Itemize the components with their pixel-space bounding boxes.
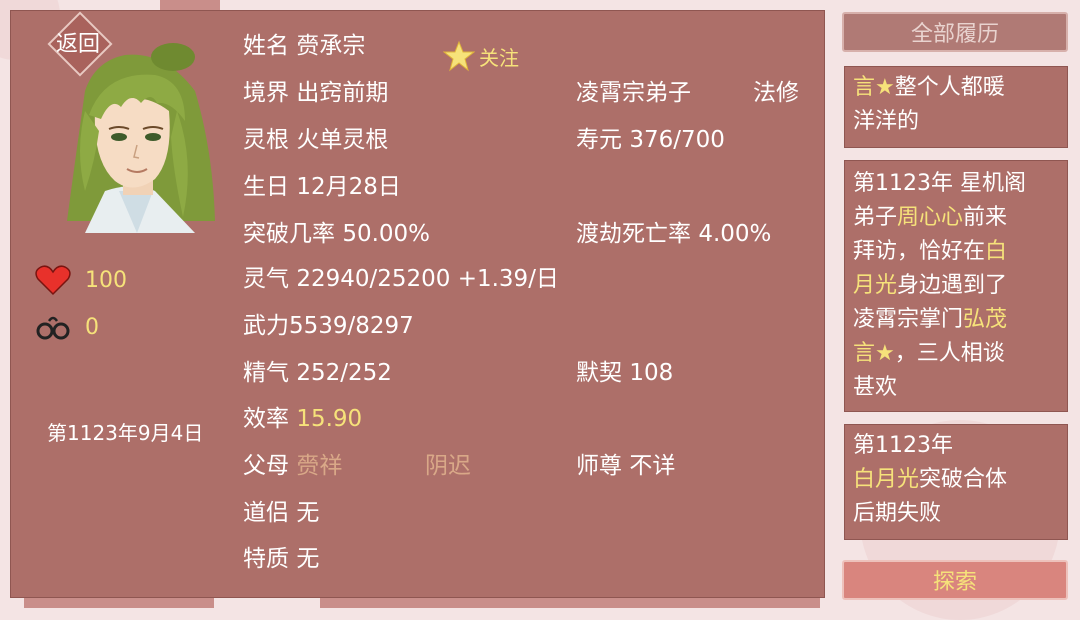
- parents-label: 父母: [243, 453, 289, 479]
- rapport-value: 108: [629, 360, 674, 386]
- follow-label: 关注: [479, 45, 519, 70]
- history-highlight: 言★: [853, 75, 895, 100]
- trait-label: 特质: [243, 546, 289, 572]
- master-field: 师尊 不详: [576, 451, 675, 481]
- history-highlight: 白: [985, 239, 1008, 264]
- history-highlight: 月光: [853, 273, 898, 298]
- name-label: 姓名: [243, 33, 289, 59]
- history-line: 弟子周心心前来: [853, 205, 1008, 230]
- health-stat: 100: [35, 264, 127, 296]
- back-button[interactable]: 返回: [40, 14, 116, 70]
- realm-label: 境界: [243, 80, 289, 106]
- history-line: 白月光突破合体: [853, 467, 1008, 492]
- history-line: 后期失败: [853, 501, 942, 526]
- trait-value: 无: [296, 546, 320, 572]
- essence-field: 精气 252/252: [243, 358, 392, 388]
- name-value: 赍承宗: [296, 33, 366, 59]
- partner-field: 道侣 无: [243, 498, 319, 528]
- master-value: 不详: [629, 453, 676, 479]
- history-line: 言★，三人相谈: [853, 341, 1005, 366]
- efficiency-field: 效率 15.90: [243, 404, 362, 434]
- lifespan-value: 376/700: [629, 127, 725, 153]
- history-card: 言★整个人都暖 洋洋的: [844, 66, 1068, 148]
- history-card: 第1123年 白月光突破合体 后期失败: [844, 424, 1068, 540]
- history-line: 第1123年: [853, 433, 953, 458]
- spirit-root-label: 灵根: [243, 127, 289, 153]
- qi-value: 22940/25200 +1.39/日: [296, 266, 559, 292]
- explore-button[interactable]: 探索: [842, 560, 1068, 600]
- star-icon: [443, 40, 475, 72]
- fetters-stat: 0: [35, 311, 99, 343]
- rapport-label: 默契: [576, 360, 622, 386]
- rapport-field: 默契 108: [576, 358, 673, 388]
- partner-value: 无: [296, 500, 320, 526]
- fetters-value: 0: [85, 314, 99, 340]
- qi-field: 灵气 22940/25200 +1.39/日: [243, 264, 559, 294]
- history-line: 凌霄宗掌门弘茂: [853, 307, 1008, 332]
- master-label: 师尊: [576, 453, 622, 479]
- lifespan-label: 寿元: [576, 127, 622, 153]
- heart-icon: [35, 265, 71, 296]
- spirit-root-value: 火单灵根: [296, 127, 389, 153]
- force-label: 武力: [243, 313, 289, 339]
- birthday-value: 12月28日: [296, 174, 401, 200]
- birthday-label: 生日: [243, 174, 289, 200]
- spirit-root-field: 灵根 火单灵根: [243, 125, 388, 155]
- background-strip: [24, 598, 214, 608]
- class-value: 法修: [753, 80, 799, 106]
- realm-field: 境界 出窍前期: [243, 78, 388, 108]
- history-line: 言★整个人都暖: [853, 75, 1005, 100]
- history-highlight: 白月光: [853, 467, 920, 492]
- history-line: 甚欢: [853, 375, 898, 400]
- history-card: 第1123年 星机阁 弟子周心心前来 拜访，恰好在白 月光身边遇到了 凌霄宗掌门…: [844, 160, 1068, 412]
- current-date: 第1123年9月4日: [47, 421, 204, 445]
- background-strip: [320, 598, 820, 608]
- partner-label: 道侣: [243, 500, 289, 526]
- force-value: 5539/8297: [289, 313, 414, 339]
- all-history-button[interactable]: 全部履历: [842, 12, 1068, 52]
- father-link[interactable]: 赍祥: [296, 453, 342, 479]
- mother-link[interactable]: 阴迟: [425, 451, 471, 481]
- name-field: 姓名 赍承宗: [243, 31, 365, 61]
- history-line: 洋洋的: [853, 109, 920, 134]
- breakthrough-label: 突破几率: [243, 221, 335, 247]
- qi-label: 灵气: [243, 266, 289, 292]
- character-info-panel: 100 0 第1123年9月4日 姓名 赍承宗 关注 境界 出窍前期 凌霄宗弟子…: [10, 10, 825, 598]
- sect-value: 凌霄宗弟子: [576, 80, 691, 106]
- history-highlight: 周心心: [897, 205, 964, 230]
- trait-field: 特质 无: [243, 544, 319, 574]
- history-highlight: 言★: [853, 341, 895, 366]
- background-strip: [160, 0, 220, 10]
- essence-label: 精气: [243, 360, 289, 386]
- birthday-field: 生日 12月28日: [243, 172, 401, 202]
- force-field: 武力5539/8297: [243, 311, 414, 341]
- essence-value: 252/252: [296, 360, 392, 386]
- history-line: 月光身边遇到了: [853, 273, 1008, 298]
- history-line: 第1123年 星机阁: [853, 171, 1026, 196]
- tribulation-field: 渡劫死亡率 4.00%: [576, 219, 771, 249]
- history-line: 拜访，恰好在白: [853, 239, 1008, 264]
- handcuffs-icon: [36, 316, 70, 340]
- tribulation-value: 4.00%: [698, 221, 772, 247]
- efficiency-value: 15.90: [296, 406, 363, 432]
- breakthrough-value: 50.00%: [342, 221, 431, 247]
- back-label: 返回: [55, 32, 100, 57]
- parents-field: 父母 赍祥: [243, 451, 342, 481]
- efficiency-label: 效率: [243, 406, 289, 432]
- history-highlight: 弘茂: [963, 307, 1008, 332]
- realm-value: 出窍前期: [296, 80, 389, 106]
- lifespan-field: 寿元 376/700: [576, 125, 725, 155]
- tribulation-label: 渡劫死亡率: [576, 221, 691, 247]
- breakthrough-field: 突破几率 50.00%: [243, 219, 430, 249]
- health-value: 100: [85, 267, 127, 293]
- follow-button[interactable]: 关注: [443, 40, 519, 72]
